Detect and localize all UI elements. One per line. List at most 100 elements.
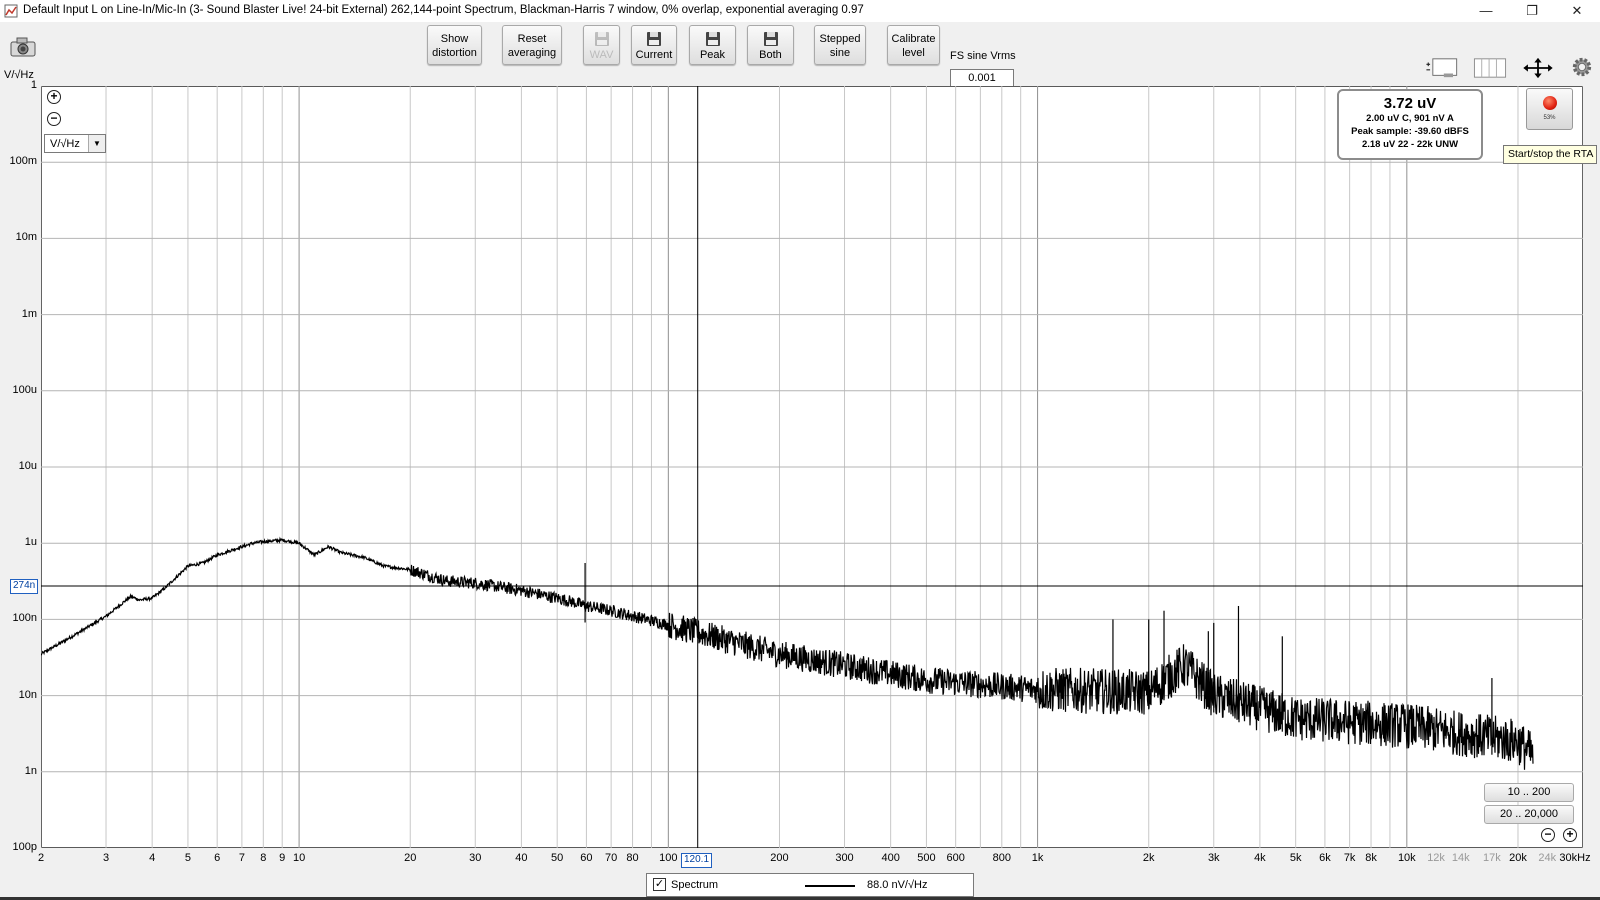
- x-tick-label: 5: [184, 852, 191, 864]
- x-tick-label: 4: [149, 852, 156, 864]
- calibrate-level-button[interactable]: Calibrate level: [887, 25, 940, 65]
- y-tick-label: 1u: [24, 536, 37, 549]
- y-tick-label: 1m: [21, 307, 37, 320]
- x-zoom-out-icon[interactable]: −: [1541, 828, 1555, 842]
- peak-save-button[interactable]: Peak: [689, 25, 736, 65]
- x-tick-label: 800: [992, 852, 1011, 864]
- rta-percent: 53%: [1543, 115, 1556, 121]
- x-minor-tick-label: 17k: [1483, 852, 1501, 864]
- chevron-down-icon[interactable]: ▼: [88, 135, 105, 152]
- x-tick-label: 100: [659, 852, 678, 864]
- x-tick-label: 200: [770, 852, 789, 864]
- save-icon: [647, 32, 661, 46]
- restore-button[interactable]: ❐: [1509, 0, 1555, 22]
- x-tick-label: 6k: [1319, 852, 1331, 864]
- y-tick-label: 10n: [18, 688, 37, 701]
- x-tick-label: 300: [835, 852, 854, 864]
- both-save-button[interactable]: Both: [747, 25, 794, 65]
- legend: ✓ Spectrum 88.0 nV/√Hz: [646, 873, 974, 897]
- x-tick-label: 20k: [1509, 852, 1527, 864]
- y-cursor-marker[interactable]: 274n: [10, 579, 39, 594]
- x-tick-label: 7: [238, 852, 245, 864]
- x-tick-label: 40: [515, 852, 528, 864]
- x-tick-label: 7k: [1343, 852, 1356, 864]
- x-tick-label: 4k: [1254, 852, 1266, 864]
- legend-line-swatch: [805, 885, 855, 887]
- app-icon: [4, 4, 18, 18]
- x-tick-label: 70: [605, 852, 618, 864]
- x-zoom-in-icon[interactable]: +: [1563, 828, 1577, 842]
- y-tick-label: 100m: [9, 155, 37, 168]
- x-tick-label: 2k: [1142, 852, 1155, 864]
- unit-select[interactable]: V/√Hz ▼: [44, 134, 106, 153]
- x-cursor-marker[interactable]: 120.1: [681, 853, 713, 868]
- show-distortion-button[interactable]: Show distortion: [427, 25, 482, 65]
- range-10-200-button[interactable]: 10 .. 200: [1484, 783, 1574, 802]
- save-icon: [705, 32, 720, 46]
- button-label: Peak: [699, 49, 726, 61]
- y-tick-label: 100p: [12, 841, 37, 853]
- spectrum-line: [41, 536, 1534, 770]
- current-save-button[interactable]: Current: [631, 25, 677, 65]
- camera-icon[interactable]: [9, 36, 37, 58]
- fs-sine-label: FS sine Vrms: [950, 50, 1016, 62]
- toolbar: Show distortion Reset averaging WAV Current Pe…: [0, 22, 1600, 88]
- minimize-button[interactable]: —: [1463, 0, 1509, 22]
- button-label: Both: [759, 49, 782, 61]
- y-tick-label: 1: [30, 79, 37, 91]
- settings-gear-icon[interactable]: [1570, 56, 1594, 78]
- x-tick-label: 30: [469, 852, 482, 864]
- x-tick-label: 9: [279, 852, 286, 864]
- x-tick-label: 3k: [1207, 852, 1220, 864]
- y-axis-unit-label: V/√Hz: [4, 69, 34, 81]
- spectrum-checkbox[interactable]: ✓: [653, 878, 666, 891]
- button-label: level: [902, 47, 925, 59]
- weighted-levels: 2.00 uV C, 901 nV A: [1366, 113, 1454, 124]
- reset-averaging-button[interactable]: Reset averaging: [502, 25, 562, 65]
- rms-level: 3.72 uV: [1383, 95, 1437, 112]
- stepped-sine-button[interactable]: Stepped sine: [814, 25, 866, 65]
- window-title: Default Input L on Line-In/Mic-In (3- So…: [23, 4, 864, 16]
- button-label: averaging: [507, 47, 557, 59]
- unweighted-level: 2.18 uV 22 - 22k UNW: [1361, 139, 1459, 150]
- x-tick-label: 8k: [1365, 852, 1377, 864]
- save-icon: [763, 32, 778, 46]
- button-label: Reset: [517, 33, 547, 45]
- button-label: Current: [635, 49, 673, 61]
- zoom-out-icon[interactable]: −: [47, 112, 61, 126]
- button-label: Show: [440, 33, 469, 45]
- x-tick-label: 5k: [1289, 852, 1302, 864]
- spectrum-plot[interactable]: [41, 86, 1583, 848]
- x-tick-label: 400: [881, 852, 900, 864]
- x-tick-label: 80: [626, 852, 639, 864]
- x-tick-label: 3: [102, 852, 110, 864]
- button-label: sine: [829, 47, 851, 59]
- x-tick-label: 10k: [1397, 852, 1416, 864]
- x-tick-label: 2: [37, 852, 45, 864]
- x-tick-label: 600: [946, 852, 965, 864]
- x-tick-label: 8: [260, 852, 267, 864]
- button-label: WAV: [589, 49, 614, 61]
- x-tick-label: 30kHz: [1559, 852, 1591, 864]
- y-tick-label: 100n: [12, 612, 37, 625]
- close-button[interactable]: ✕: [1554, 0, 1600, 22]
- range-20-20000-button[interactable]: 20 .. 20,000: [1484, 805, 1574, 824]
- wav-save-button[interactable]: WAV: [583, 25, 620, 65]
- rta-start-stop-button[interactable]: 53%: [1526, 88, 1573, 130]
- y-tick-label: 100u: [12, 383, 37, 396]
- unit-select-value: V/√Hz: [50, 138, 80, 150]
- pan-arrows-icon[interactable]: [1520, 57, 1556, 79]
- x-tick-label: 20: [404, 852, 417, 864]
- x-minor-tick-label: 14k: [1451, 852, 1470, 864]
- title-bar: Default Input L on Line-In/Mic-In (3- So…: [0, 0, 1600, 22]
- level-info-box: 3.72 uV 2.00 uV C, 901 nV A Peak sample:…: [1337, 89, 1483, 160]
- x-tick-label: 60: [580, 852, 593, 864]
- y-tick-label: 10m: [15, 231, 37, 244]
- split-view-icon[interactable]: [1472, 57, 1508, 79]
- x-tick-label: 10: [292, 852, 306, 864]
- graph-layout-icon[interactable]: [1424, 57, 1460, 79]
- x-tick-label: 1k: [1031, 852, 1044, 864]
- button-label: distortion: [432, 47, 477, 59]
- legend-series-name: Spectrum: [671, 879, 719, 891]
- zoom-in-icon[interactable]: +: [47, 90, 61, 104]
